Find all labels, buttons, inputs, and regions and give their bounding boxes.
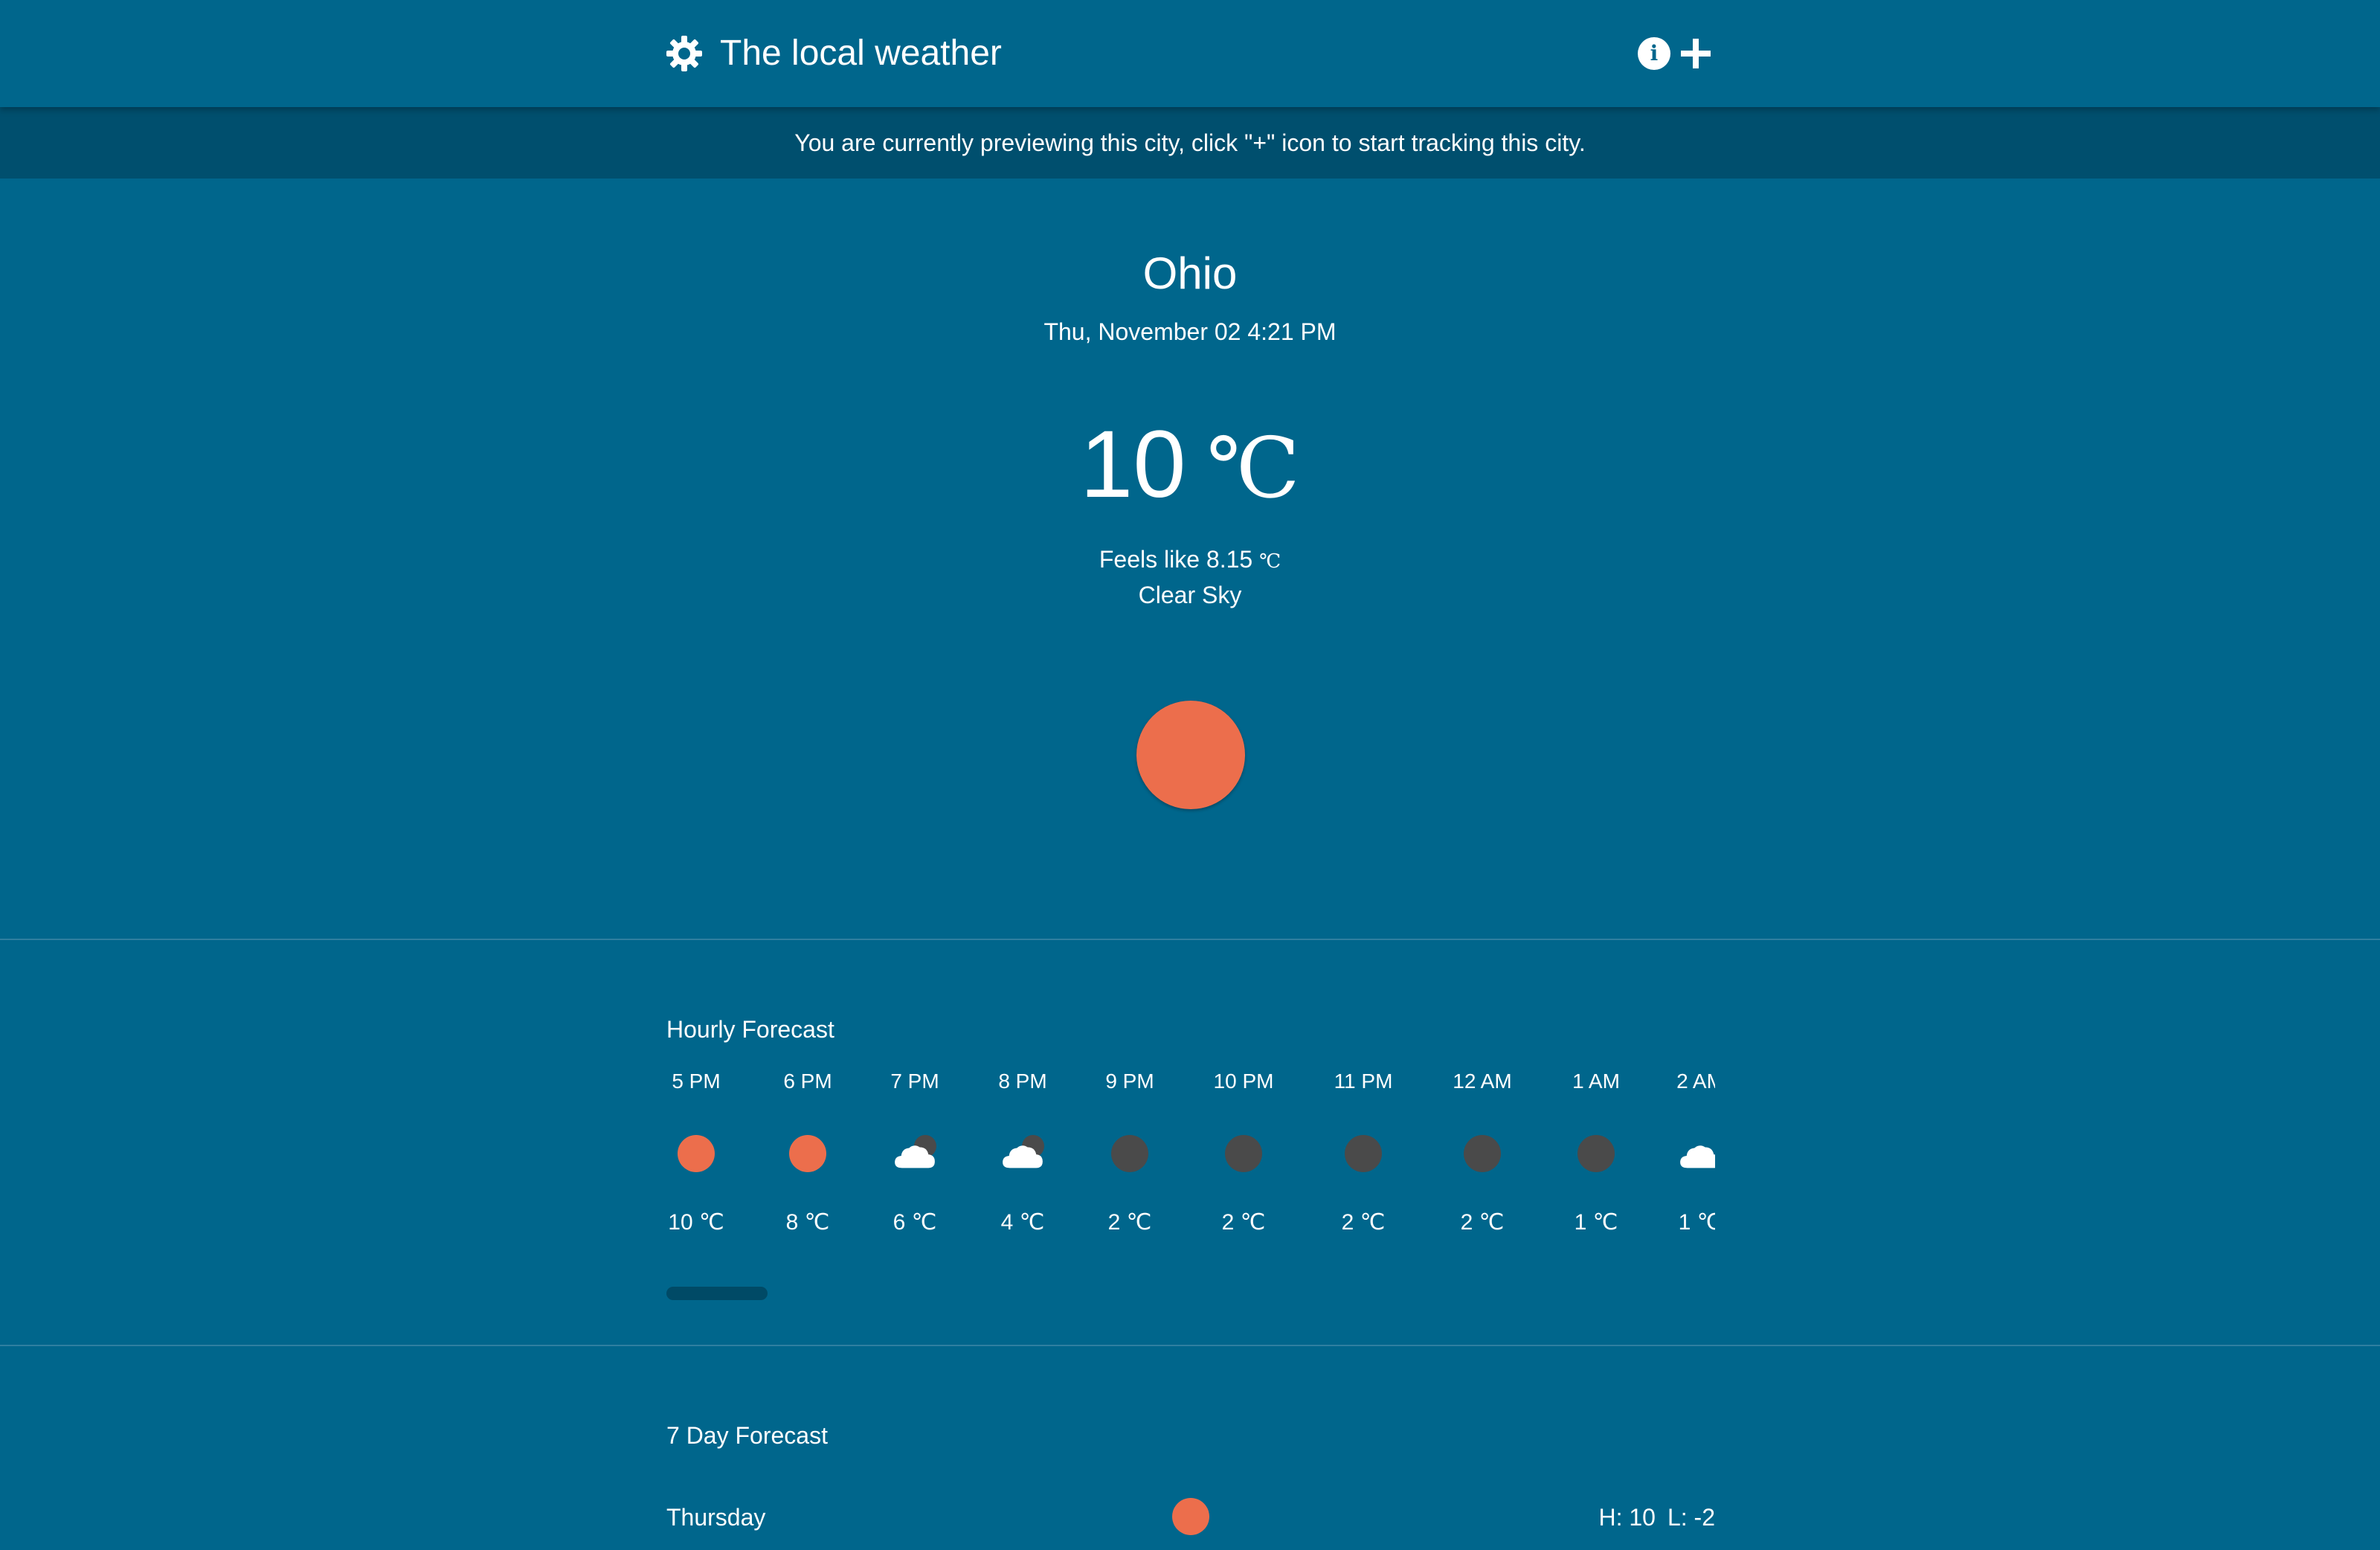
day-name: Thursday <box>666 1504 766 1531</box>
seven-day-forecast: 7 Day Forecast Thursday H: 10 L: -2 <box>0 1346 2380 1550</box>
hourly-temp: 2 ℃ <box>1107 1210 1152 1235</box>
hourly-item: 1 AM 1 ℃ <box>1551 1068 1641 1239</box>
hourly-time: 5 PM <box>672 1070 721 1093</box>
hourly-temp: 2 ℃ <box>1221 1210 1266 1235</box>
sun-icon <box>789 1135 826 1172</box>
hourly-time: 6 PM <box>783 1070 832 1093</box>
cloud-moon-icon <box>895 1135 936 1172</box>
hourly-temp: 10 ℃ <box>668 1210 724 1235</box>
hourly-temp: 1 ℃ <box>1678 1210 1715 1235</box>
cloud-moon-icon <box>1003 1135 1044 1172</box>
hourly-temp: 8 ℃ <box>785 1210 830 1235</box>
info-icon[interactable]: i <box>1638 37 1670 70</box>
hourly-temp: 4 ℃ <box>1000 1210 1045 1235</box>
current-datetime: Thu, November 02 4:21 PM <box>1043 318 1337 345</box>
preview-banner-text: You are currently previewing this city, … <box>794 129 1586 156</box>
horizontal-scrollbar-thumb[interactable] <box>666 1287 768 1300</box>
high-temp: H: 10 <box>1598 1504 1656 1531</box>
seven-day-forecast-title: 7 Day Forecast <box>666 1422 828 1449</box>
moon-icon <box>1577 1135 1615 1172</box>
hourly-time: 1 AM <box>1572 1070 1620 1093</box>
hourly-item: 2 AM 1 ℃ <box>1656 1068 1715 1239</box>
hourly-forecast: Hourly Forecast 5 PM 10 ℃ 6 PM 8 ℃ 7 PM 6 ℃ 8 … <box>0 940 2380 1346</box>
feels-like: Feels like 8.15 ℃ <box>0 544 2380 576</box>
hourly-item: 11 PM 2 ℃ <box>1319 1068 1408 1239</box>
hourly-time: 12 AM <box>1453 1070 1512 1093</box>
hourly-item: 7 PM 6 ℃ <box>870 1068 959 1239</box>
sun-icon <box>678 1135 715 1172</box>
moon-icon <box>1225 1135 1262 1172</box>
header-inner: The local weather i <box>665 0 1715 107</box>
app-header: The local weather i <box>0 0 2380 107</box>
hourly-time: 7 PM <box>890 1070 939 1093</box>
feels-like-unit: ℃ <box>1259 550 1281 573</box>
moon-icon <box>1111 1135 1148 1172</box>
weather-description: Clear Sky <box>1138 582 1242 608</box>
high-low-temps: H: 10 L: -2 <box>1598 1502 1715 1532</box>
hourly-item: 12 AM 2 ℃ <box>1438 1068 1527 1239</box>
hourly-time: 9 PM <box>1105 1070 1154 1093</box>
hourly-temp: 1 ℃ <box>1574 1210 1618 1235</box>
sun-icon <box>1172 1498 1209 1535</box>
hourly-item: 6 PM 8 ℃ <box>763 1068 852 1239</box>
temperature-value: 10 <box>1080 411 1186 518</box>
gear-icon[interactable] <box>665 34 704 73</box>
current-weather: Ohio Thu, November 02 4:21 PM 10 ℃ Feels … <box>0 179 2380 940</box>
moon-icon <box>1464 1135 1501 1172</box>
preview-banner: You are currently previewing this city, … <box>0 107 2380 179</box>
plus-icon[interactable] <box>1676 34 1715 73</box>
low-temp: L: -2 <box>1667 1504 1715 1531</box>
hourly-forecast-title: Hourly Forecast <box>666 1016 834 1043</box>
sun-icon <box>1136 701 1245 809</box>
current-temperature: 10 ℃ <box>0 409 2380 524</box>
hourly-time: 2 AM <box>1676 1070 1715 1093</box>
hourly-item: 8 PM 4 ℃ <box>978 1068 1067 1239</box>
hourly-time: 11 PM <box>1334 1070 1393 1093</box>
hourly-item: 9 PM 2 ℃ <box>1085 1068 1174 1239</box>
hourly-item: 10 PM 2 ℃ <box>1199 1068 1288 1239</box>
hourly-time: 8 PM <box>998 1070 1047 1093</box>
daily-forecast-row[interactable]: Thursday H: 10 L: -2 <box>666 1495 1715 1540</box>
app-title: The local weather <box>720 33 1002 73</box>
hourly-forecast-list[interactable]: 5 PM 10 ℃ 6 PM 8 ℃ 7 PM 6 ℃ 8 PM 4 ℃ 9 PM 2 ℃ 10 P… <box>666 1068 1715 1239</box>
hourly-time: 10 PM <box>1213 1070 1274 1093</box>
hourly-temp: 2 ℃ <box>1460 1210 1505 1235</box>
cloud-icon <box>1680 1135 1715 1172</box>
hourly-item: 5 PM 10 ℃ <box>666 1068 741 1239</box>
hourly-temp: 2 ℃ <box>1341 1210 1386 1235</box>
feels-like-label: Feels like 8.15 <box>1099 546 1253 573</box>
moon-icon <box>1345 1135 1382 1172</box>
hourly-temp: 6 ℃ <box>892 1210 937 1235</box>
temperature-unit: ℃ <box>1206 420 1300 517</box>
city-name: Ohio <box>1142 248 1238 298</box>
